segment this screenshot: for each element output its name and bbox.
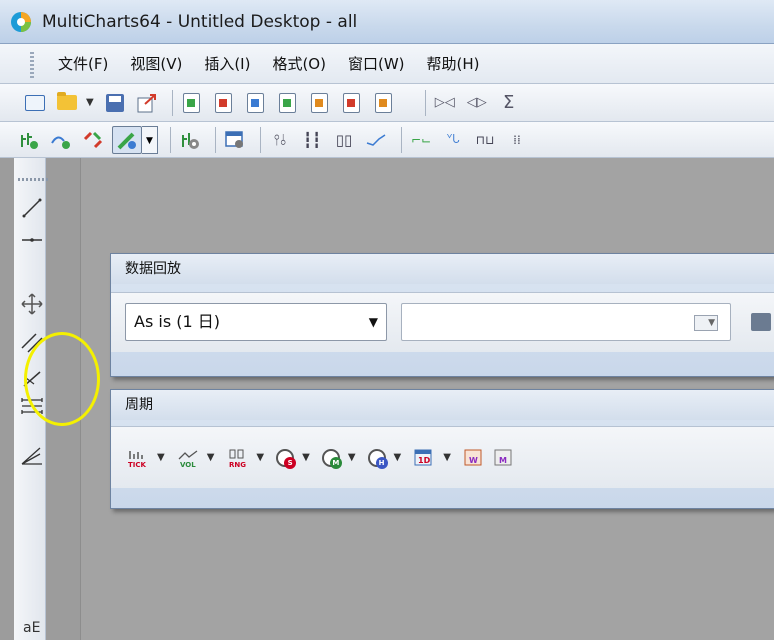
toolbar-separator — [401, 126, 402, 153]
weeks-label: W — [469, 456, 478, 465]
insert-signal-icon[interactable] — [48, 127, 74, 153]
svg-text:aE: aE — [23, 620, 40, 636]
left-toolbar-grip[interactable] — [18, 178, 48, 181]
insert-study-icon[interactable] — [16, 127, 42, 153]
period-toolbar: 周期 TICK ▼ VOL ▼ RNG ▼ S ▼ M ▼ H ▼ 1D ▼ W… — [110, 389, 774, 509]
text-icon[interactable]: aE — [20, 612, 44, 636]
dropdown-arrow-icon[interactable]: ▼ — [302, 452, 310, 463]
horizontal-line-icon[interactable] — [20, 228, 44, 252]
volume-icon[interactable]: VOL — [177, 447, 199, 469]
line-style-icon[interactable] — [363, 127, 389, 153]
export-icon[interactable] — [134, 90, 160, 116]
renko-icon[interactable]: ᘁᘂ — [440, 127, 466, 153]
menu-format[interactable]: 格式(O) — [272, 53, 326, 74]
dropdown-arrow-icon[interactable]: ▼ — [394, 452, 402, 463]
insert-indicator-icon[interactable] — [177, 127, 203, 153]
period-title: 周期 — [111, 390, 774, 420]
trend-line-icon[interactable] — [20, 196, 44, 220]
format-signal-icon[interactable] — [80, 127, 106, 153]
news-icon[interactable] — [339, 90, 365, 116]
months-label: M — [499, 456, 507, 465]
menu-view[interactable]: 视图(V) — [130, 53, 182, 74]
playback-mode-select[interactable]: As is (1 日) ▼ — [125, 303, 387, 341]
open-folder-icon[interactable] — [54, 90, 80, 116]
volume-label: VOL — [180, 461, 196, 469]
dropdown-arrow-icon[interactable]: ▼ — [256, 452, 264, 463]
seconds-badge: S — [284, 456, 297, 469]
menu-file[interactable]: 文件(F) — [58, 53, 108, 74]
data-playback-body: As is (1 日) ▼ ▼ — [111, 292, 774, 352]
days-label: 1D — [418, 456, 431, 465]
highlight-annotation — [24, 332, 100, 426]
range-icon[interactable]: ⁞⁞ — [504, 127, 530, 153]
dropdown-arrow-icon[interactable]: ▼ — [157, 452, 165, 463]
hours-icon[interactable]: H — [367, 448, 388, 469]
data-playback-title: 数据回放 — [111, 254, 774, 284]
window-settings-icon[interactable] — [222, 127, 248, 153]
minutes-icon[interactable]: M — [321, 448, 342, 469]
bar-style-icon[interactable]: ⫯⫰ — [267, 127, 293, 153]
candle-style-icon[interactable]: ┇┇ — [299, 127, 325, 153]
dom-window-icon[interactable] — [243, 90, 269, 116]
range-label: RNG — [229, 461, 246, 469]
scanner-window-icon[interactable] — [211, 90, 237, 116]
window-title: MultiCharts64 - Untitled Desktop - all — [42, 11, 358, 32]
move-cross-icon[interactable] — [20, 292, 44, 316]
hours-badge: H — [375, 456, 388, 469]
formula-icon[interactable] — [275, 90, 301, 116]
dropdown-arrow-icon[interactable]: ▼ — [443, 452, 451, 463]
weeks-icon[interactable]: W — [463, 447, 485, 469]
calendar-dropdown-icon[interactable]: ▼ — [694, 315, 718, 331]
sigma-icon[interactable]: Σ — [496, 90, 522, 116]
portfolio-icon[interactable] — [307, 90, 333, 116]
minutes-badge: M — [329, 456, 342, 469]
menu-bar: 文件(F) 视图(V) 插入(I) 格式(O) 窗口(W) 帮助(H) — [0, 44, 774, 84]
point-figure-icon[interactable]: ⌐⌙ — [408, 127, 434, 153]
tick-icon[interactable]: TICK — [127, 447, 149, 469]
title-bar: MultiCharts64 - Untitled Desktop - all — [0, 0, 774, 44]
angle-icon[interactable] — [20, 442, 44, 466]
tick-label: TICK — [128, 461, 147, 469]
dropdown-arrow-icon[interactable]: ▼ — [142, 125, 158, 154]
playback-settings-icon[interactable] — [751, 313, 771, 331]
compress-icon[interactable]: ◁▷ — [464, 90, 490, 116]
kagi-icon[interactable]: ⊓⊔ — [472, 127, 498, 153]
hollow-candle-icon[interactable]: ▯▯ — [331, 127, 357, 153]
new-window-icon[interactable] — [22, 90, 48, 116]
dropdown-arrow-icon[interactable]: ▼ — [207, 452, 215, 463]
period-body: TICK ▼ VOL ▼ RNG ▼ S ▼ M ▼ H ▼ 1D ▼ W M — [111, 426, 774, 488]
toolbar-separator — [260, 126, 261, 153]
playback-date-field[interactable]: ▼ — [401, 303, 731, 341]
menu-window[interactable]: 窗口(W) — [348, 53, 405, 74]
save-icon[interactable] — [102, 90, 128, 116]
range-icon[interactable]: RNG — [226, 447, 248, 469]
toolbar-separator — [215, 126, 216, 153]
multicharts-logo-icon — [11, 11, 31, 32]
toolbar-separator — [424, 89, 426, 116]
seconds-icon[interactable]: S — [276, 448, 297, 469]
drawing-tool-icon[interactable] — [112, 125, 142, 154]
report-icon[interactable] — [371, 90, 397, 116]
menu-grip[interactable] — [30, 52, 34, 78]
drawing-toolbar: ▼ ⫯⫰ ┇┇ ▯▯ ⌐⌙ ᘁᘂ ⊓⊔ ⁞⁞ — [0, 122, 774, 158]
data-playback-toolbar: 数据回放 As is (1 日) ▼ ▼ — [110, 253, 774, 377]
chevron-down-icon[interactable]: ▼ — [369, 304, 378, 340]
dropdown-arrow-icon[interactable]: ▼ — [348, 452, 356, 463]
standard-toolbar: ▼ ▷◁ ◁▷ Σ — [0, 84, 774, 122]
play-icon[interactable]: ▷◁ — [432, 90, 458, 116]
toolbar-separator — [170, 126, 171, 153]
dropdown-arrow-icon[interactable]: ▼ — [86, 97, 94, 108]
playback-mode-value: As is (1 日) — [134, 312, 220, 331]
days-icon[interactable]: 1D — [413, 447, 435, 469]
months-icon[interactable]: M — [493, 447, 515, 469]
chart-window-icon[interactable] — [179, 90, 205, 116]
menu-insert[interactable]: 插入(I) — [204, 53, 250, 74]
menu-help[interactable]: 帮助(H) — [427, 53, 480, 74]
toolbar-separator — [171, 89, 173, 116]
